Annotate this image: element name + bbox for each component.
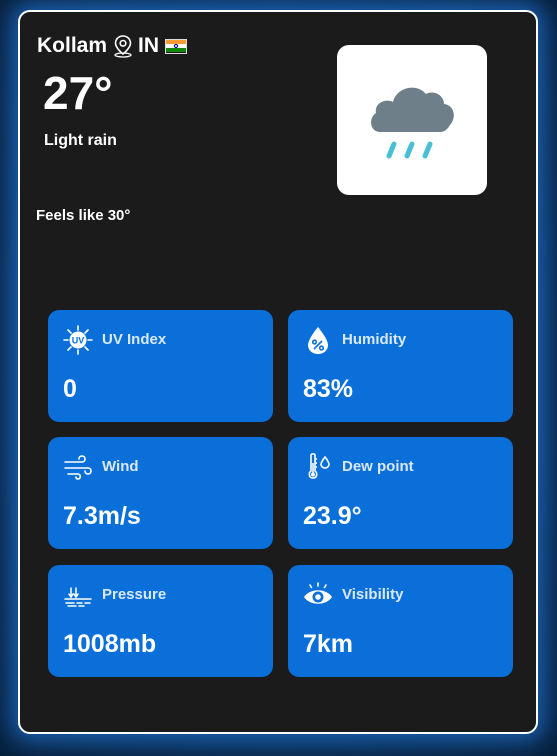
rain-cloud-icon (371, 87, 454, 159)
weather-icon-container (337, 45, 487, 195)
dew-point-label: Dew point (342, 458, 414, 475)
humidity-label: Humidity (342, 331, 407, 348)
dew-point-value: 23.9° (303, 502, 362, 530)
map-pin-icon (114, 35, 132, 58)
humidity-drop-icon (308, 327, 328, 354)
pressure-label: Pressure (102, 586, 167, 603)
city-name: Kollam (37, 34, 108, 57)
country-code: IN (138, 34, 160, 57)
pressure-tile: Pressure 1008mb (48, 565, 273, 677)
wind-value: 7.3m/s (63, 502, 141, 530)
visibility-label: Visibility (342, 586, 404, 603)
pressure-gauge-icon (64, 587, 92, 607)
uv-index-value: 0 (63, 375, 77, 403)
wind-tile: Wind 7.3m/s (48, 437, 273, 549)
uv-index-icon: UV (63, 325, 93, 355)
dew-point-thermometer-icon (308, 453, 330, 479)
eye-icon (304, 582, 332, 604)
location-header: Kollam IN (37, 32, 188, 60)
uv-index-label: UV Index (102, 331, 167, 348)
wind-icon (64, 455, 92, 480)
uv-index-tile: UV UV Index 0 (48, 310, 273, 422)
humidity-value: 83% (303, 375, 354, 403)
pressure-value: 1008mb (63, 630, 157, 658)
visibility-tile: Visibility 7km (288, 565, 513, 677)
weather-condition: Light rain (44, 132, 117, 149)
humidity-tile: Humidity 83% (288, 310, 513, 422)
india-flag-icon (165, 38, 188, 54)
visibility-value: 7km (303, 630, 354, 658)
wind-label: Wind (102, 458, 139, 475)
svg-text:UV: UV (72, 336, 85, 346)
dew-point-tile: Dew point 23.9° (288, 437, 513, 549)
feels-like: Feels like 30° (36, 207, 131, 224)
current-temperature: 27° (43, 67, 113, 119)
